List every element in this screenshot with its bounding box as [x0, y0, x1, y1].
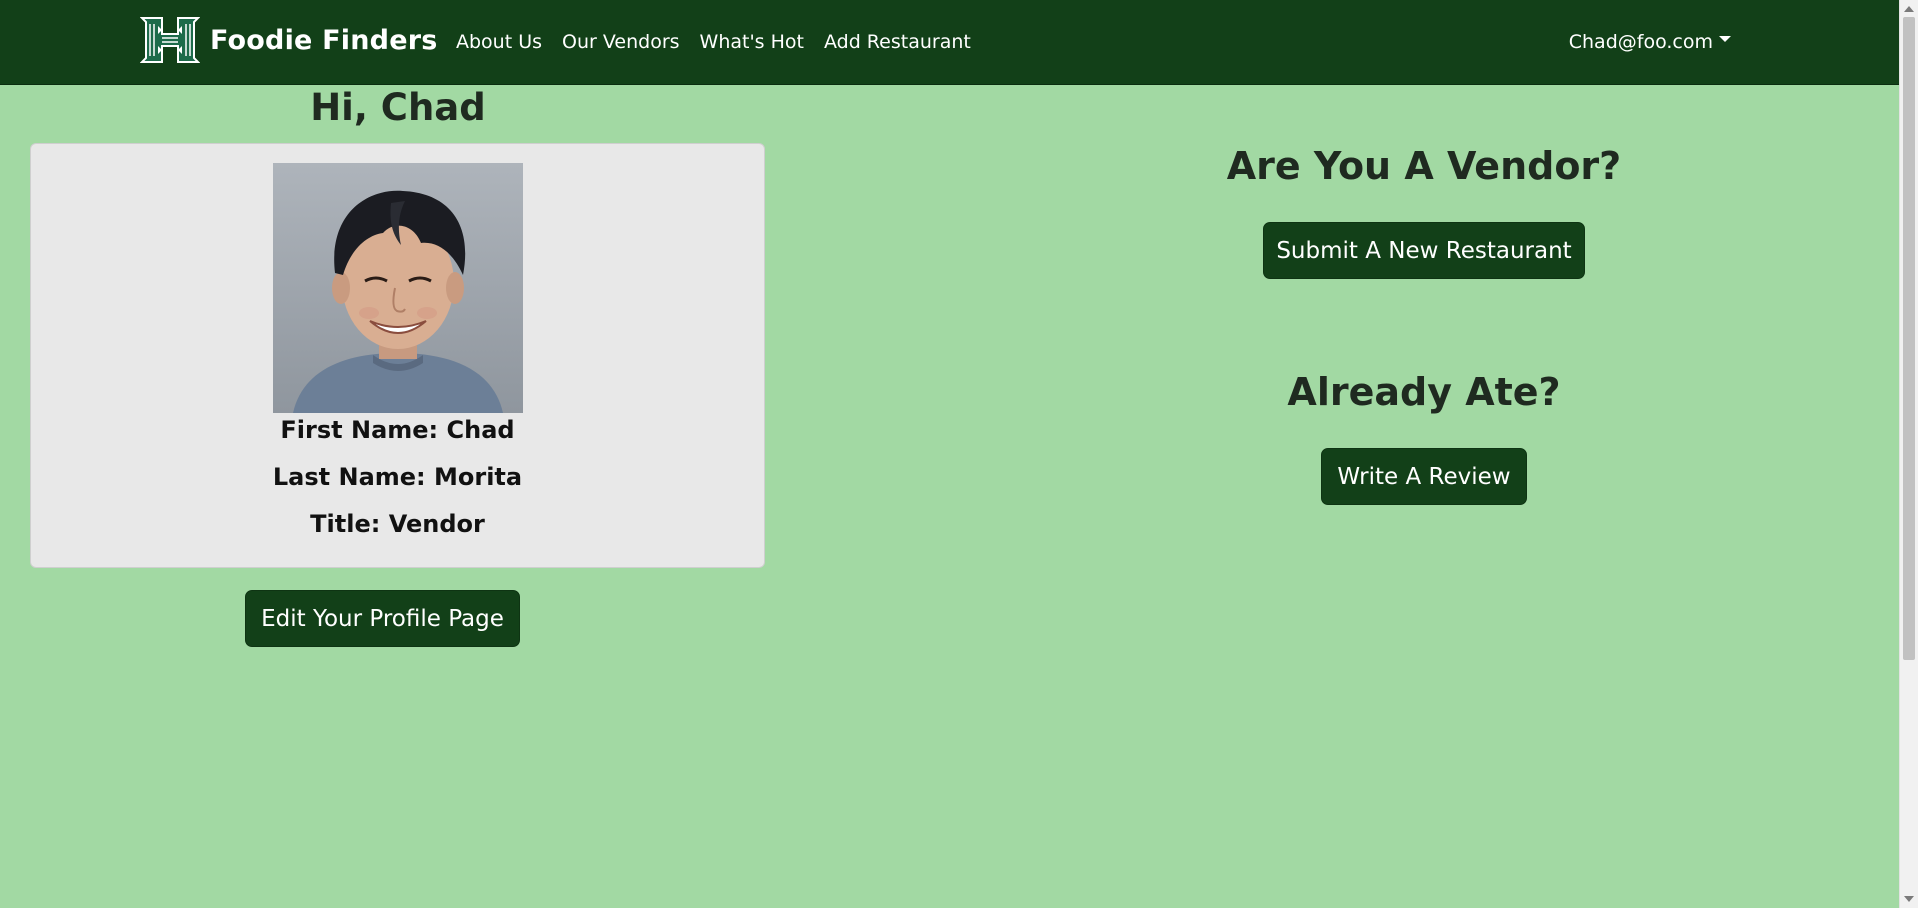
- user-email: Chad@foo.com: [1568, 31, 1713, 53]
- profile-avatar: [273, 163, 523, 413]
- vendor-heading: Are You A Vendor?: [1226, 144, 1622, 188]
- scrollbar-thumb[interactable]: [1903, 17, 1915, 660]
- nav-link-about-us[interactable]: About Us: [456, 31, 542, 53]
- caret-down-icon: [1719, 36, 1731, 42]
- vertical-scrollbar[interactable]: [1899, 0, 1918, 908]
- user-dropdown-toggle[interactable]: Chad@foo.com: [1569, 0, 1731, 84]
- nav-links: About Us Our Vendors What's Hot Add Rest…: [456, 0, 991, 84]
- last-name-text: Last Name: Morita: [272, 463, 523, 491]
- title-text: Title: Vendor: [310, 510, 485, 538]
- page: Foodie Finders About Us Our Vendors What…: [0, 0, 1918, 908]
- top-navbar: Foodie Finders About Us Our Vendors What…: [0, 0, 1899, 85]
- first-name-text: First Name: Chad: [280, 416, 515, 444]
- hawaii-h-logo-icon: [140, 17, 200, 63]
- brand-name: Foodie Finders: [210, 24, 438, 56]
- greeting-heading: Hi, Chad: [310, 86, 486, 129]
- nav-link-add-restaurant[interactable]: Add Restaurant: [824, 31, 971, 53]
- submit-restaurant-button[interactable]: Submit A New Restaurant: [1263, 222, 1585, 279]
- nav-link-our-vendors[interactable]: Our Vendors: [562, 31, 680, 53]
- scroll-up-arrow-icon[interactable]: [1904, 6, 1914, 12]
- brand-home-link[interactable]: Foodie Finders: [140, 16, 438, 64]
- edit-profile-button[interactable]: Edit Your Profile Page: [245, 590, 520, 647]
- write-review-button[interactable]: Write A Review: [1321, 448, 1527, 505]
- scroll-down-arrow-icon[interactable]: [1904, 896, 1914, 902]
- nav-link-whats-hot[interactable]: What's Hot: [700, 31, 804, 53]
- profile-card: First Name: Chad Last Name: Morita Title…: [30, 143, 765, 568]
- already-ate-heading: Already Ate?: [1287, 370, 1561, 414]
